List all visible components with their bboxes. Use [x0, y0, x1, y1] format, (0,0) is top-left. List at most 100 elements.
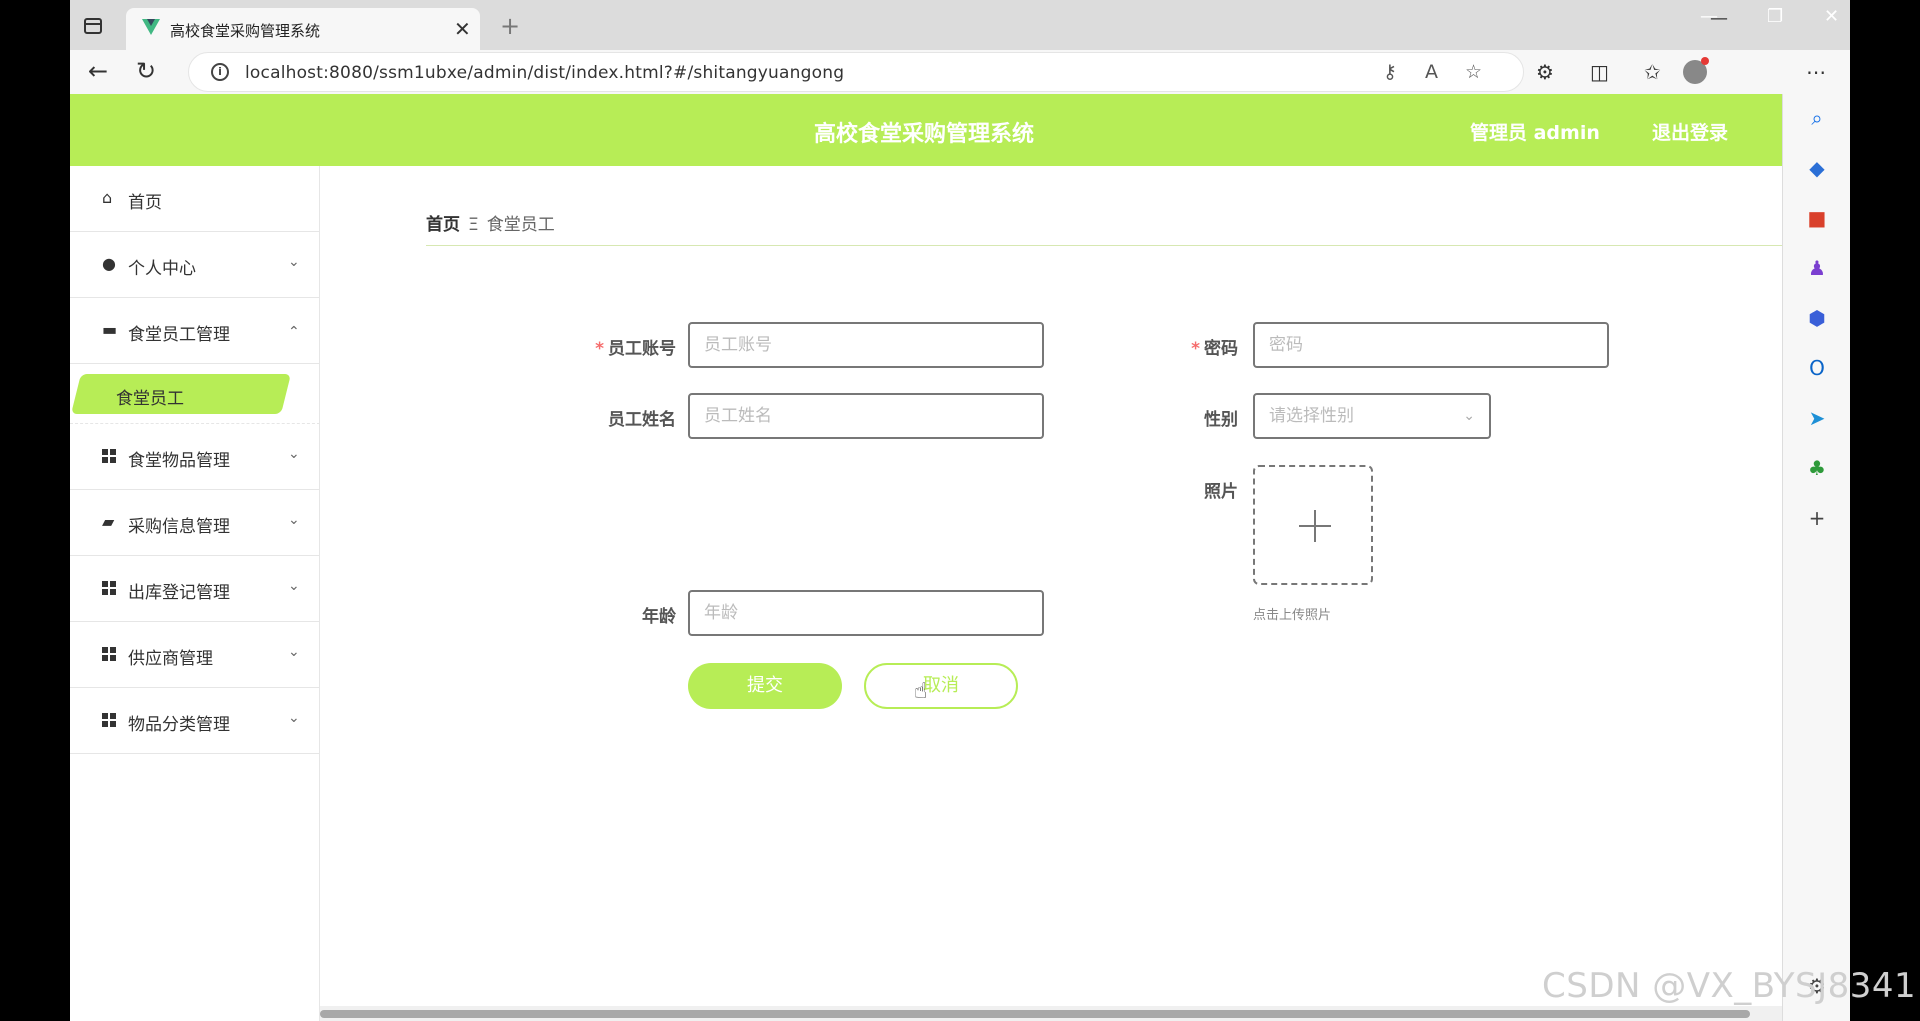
age-label: 年龄 [642, 607, 676, 627]
chevron-down-icon: ⌄ [1463, 408, 1475, 424]
watermark: CSDN @VX_BYSJ8341 [1542, 966, 1917, 1006]
grid-icon [102, 713, 117, 728]
chevron-up-icon: ⌃ [288, 324, 300, 340]
sidebar-item-label: 出库登记管理 [128, 583, 230, 603]
photo-upload[interactable] [1253, 465, 1373, 585]
search-icon[interactable]: ⌕ [1805, 106, 1829, 130]
tree-icon[interactable]: ♣ [1805, 456, 1829, 480]
sidebar-item-purchase-management[interactable]: ▰ 采购信息管理 ⌄ [70, 490, 320, 556]
split-screen-icon[interactable]: ◫ [1590, 60, 1609, 84]
minimize-window-icon[interactable]: — [1700, 6, 1718, 27]
gender-placeholder: 请选择性别 [1269, 406, 1354, 426]
plus-icon-vertical [1314, 510, 1316, 542]
chevron-down-icon: ⌄ [288, 644, 300, 660]
breadcrumb: 首页 Ξ 食堂员工 [426, 210, 555, 235]
cancel-button[interactable]: 取消 [864, 663, 1018, 709]
screen: 高校食堂采购管理系统 ✕ + — ← ↻ i localhost:8080/ss… [0, 0, 1920, 1021]
name-input[interactable]: 员工姓名 [688, 393, 1044, 439]
outlook-icon[interactable]: O [1805, 356, 1829, 380]
submenu-label: 食堂员工 [116, 389, 184, 409]
info-icon[interactable]: i [211, 63, 229, 81]
photo-label: 照片 [1204, 482, 1238, 502]
gender-label: 性别 [1204, 410, 1238, 430]
sidebar-item-label: 首页 [128, 193, 162, 213]
user-icon: ● [102, 254, 116, 273]
name-label: 员工姓名 [608, 410, 676, 430]
sidebar-item-outbound-management[interactable]: 出库登记管理 ⌄ [70, 556, 320, 622]
breadcrumb-home[interactable]: 首页 [426, 215, 460, 235]
sidebar-item-label: 采购信息管理 [128, 517, 230, 537]
required-mark: * [1191, 339, 1200, 359]
extensions-icon[interactable]: ⚙ [1536, 60, 1554, 84]
sidebar-item-supplier-management[interactable]: 供应商管理 ⌄ [70, 622, 320, 688]
app-header: 高校食堂采购管理系统 管理员 admin 退出登录 [70, 94, 1782, 166]
briefcase-icon: ▬ [102, 320, 118, 339]
grid-icon [102, 449, 117, 464]
chevron-down-icon: ⌄ [288, 512, 300, 528]
logout-button[interactable]: 退出登录 [1652, 118, 1728, 145]
sidebar-item-goods-management[interactable]: 食堂物品管理 ⌄ [70, 424, 320, 490]
close-window-button[interactable]: ✕ [1824, 6, 1839, 27]
shopping-tag-icon[interactable]: ◆ [1805, 156, 1829, 180]
home-icon: ⌂ [102, 188, 113, 207]
address-bar: ← ↻ i localhost:8080/ssm1ubxe/admin/dist… [70, 50, 1850, 94]
send-icon[interactable]: ➤ [1805, 406, 1829, 430]
gender-select[interactable]: 请选择性别 ⌄ [1253, 393, 1491, 439]
edge-sidebar: ⌕ ◆ ■ ♟ ⬢ O ➤ ♣ + ⚙ [1782, 94, 1850, 1021]
password-input[interactable]: 密码 [1253, 322, 1609, 368]
refresh-icon[interactable]: ↻ [136, 57, 156, 85]
notification-dot [1701, 57, 1709, 65]
sidebar-item-category-management[interactable]: 物品分类管理 ⌄ [70, 688, 320, 754]
sidebar-item-personal-center[interactable]: ● 个人中心 ⌄ [70, 232, 320, 298]
favorite-add-icon[interactable]: ☆ [1465, 61, 1482, 83]
vue-logo-icon [142, 19, 160, 35]
sidebar-item-home[interactable]: ⌂ 首页 [70, 166, 320, 232]
new-tab-button[interactable]: + [500, 12, 520, 40]
age-input[interactable]: 年龄 [688, 590, 1044, 636]
back-icon[interactable]: ← [88, 57, 108, 85]
tab-close-icon[interactable]: ✕ [454, 17, 471, 41]
submit-button[interactable]: 提交 [688, 663, 842, 709]
breadcrumb-separator: Ξ [468, 215, 479, 235]
more-icon[interactable]: ⋯ [1806, 60, 1826, 84]
horizontal-scrollbar[interactable] [320, 1006, 1782, 1021]
key-icon[interactable]: ⚷ [1383, 61, 1397, 83]
tab-title: 高校食堂采购管理系统 [170, 22, 321, 40]
chevron-down-icon: ⌄ [288, 254, 300, 270]
games-icon[interactable]: ♟ [1805, 256, 1829, 280]
microsoft365-icon[interactable]: ⬢ [1805, 306, 1829, 330]
current-user: 管理员 admin [1470, 122, 1600, 144]
app-title: 高校食堂采购管理系统 [814, 122, 1035, 147]
photo-upload-tip: 点击上传照片 [1253, 608, 1332, 623]
sidebar-item-label: 物品分类管理 [128, 715, 230, 735]
sidebar: ⌂ 首页 ● 个人中心 ⌄ ▬ 食堂员工管理 ⌃ 食堂员工 食堂物品管理 ⌄ ▰… [70, 166, 320, 1021]
chevron-down-icon: ⌄ [288, 446, 300, 462]
sidebar-item-label: 供应商管理 [128, 649, 213, 669]
label-text: 员工账号 [608, 339, 676, 359]
breadcrumb-divider [426, 245, 1782, 246]
grid-icon [102, 581, 117, 596]
sidebar-item-label: 个人中心 [128, 259, 196, 279]
add-sidebar-icon[interactable]: + [1805, 506, 1829, 530]
tab-actions-icon[interactable] [84, 18, 102, 34]
sidebar-item-staff-management[interactable]: ▬ 食堂员工管理 ⌃ [70, 298, 320, 364]
page: 高校食堂采购管理系统 管理员 admin 退出登录 ⌂ 首页 ● 个人中心 ⌄ … [70, 94, 1782, 1021]
read-aloud-icon[interactable]: A [1425, 61, 1438, 83]
hand-cursor-icon: ☝ [914, 679, 928, 704]
required-mark: * [595, 339, 604, 359]
account-input[interactable]: 员工账号 [688, 322, 1044, 368]
wallet-icon: ▰ [102, 512, 115, 531]
chevron-down-icon: ⌄ [288, 578, 300, 594]
favorites-icon[interactable]: ✩ [1644, 60, 1661, 84]
grid-icon [102, 647, 117, 662]
sidebar-item-label: 食堂物品管理 [128, 451, 230, 471]
submenu-item-staff[interactable]: 食堂员工 [70, 364, 320, 424]
password-label: * 密码 [1182, 334, 1238, 359]
scrollbar-thumb[interactable] [320, 1010, 1750, 1018]
label-text: 密码 [1204, 339, 1238, 359]
browser-tab[interactable]: 高校食堂采购管理系统 ✕ [126, 8, 480, 50]
url-box[interactable]: i localhost:8080/ssm1ubxe/admin/dist/ind… [188, 52, 1524, 92]
toolbox-icon[interactable]: ■ [1805, 206, 1829, 230]
restore-button[interactable]: ❐ [1767, 6, 1783, 27]
url-text[interactable]: localhost:8080/ssm1ubxe/admin/dist/index… [245, 63, 844, 83]
